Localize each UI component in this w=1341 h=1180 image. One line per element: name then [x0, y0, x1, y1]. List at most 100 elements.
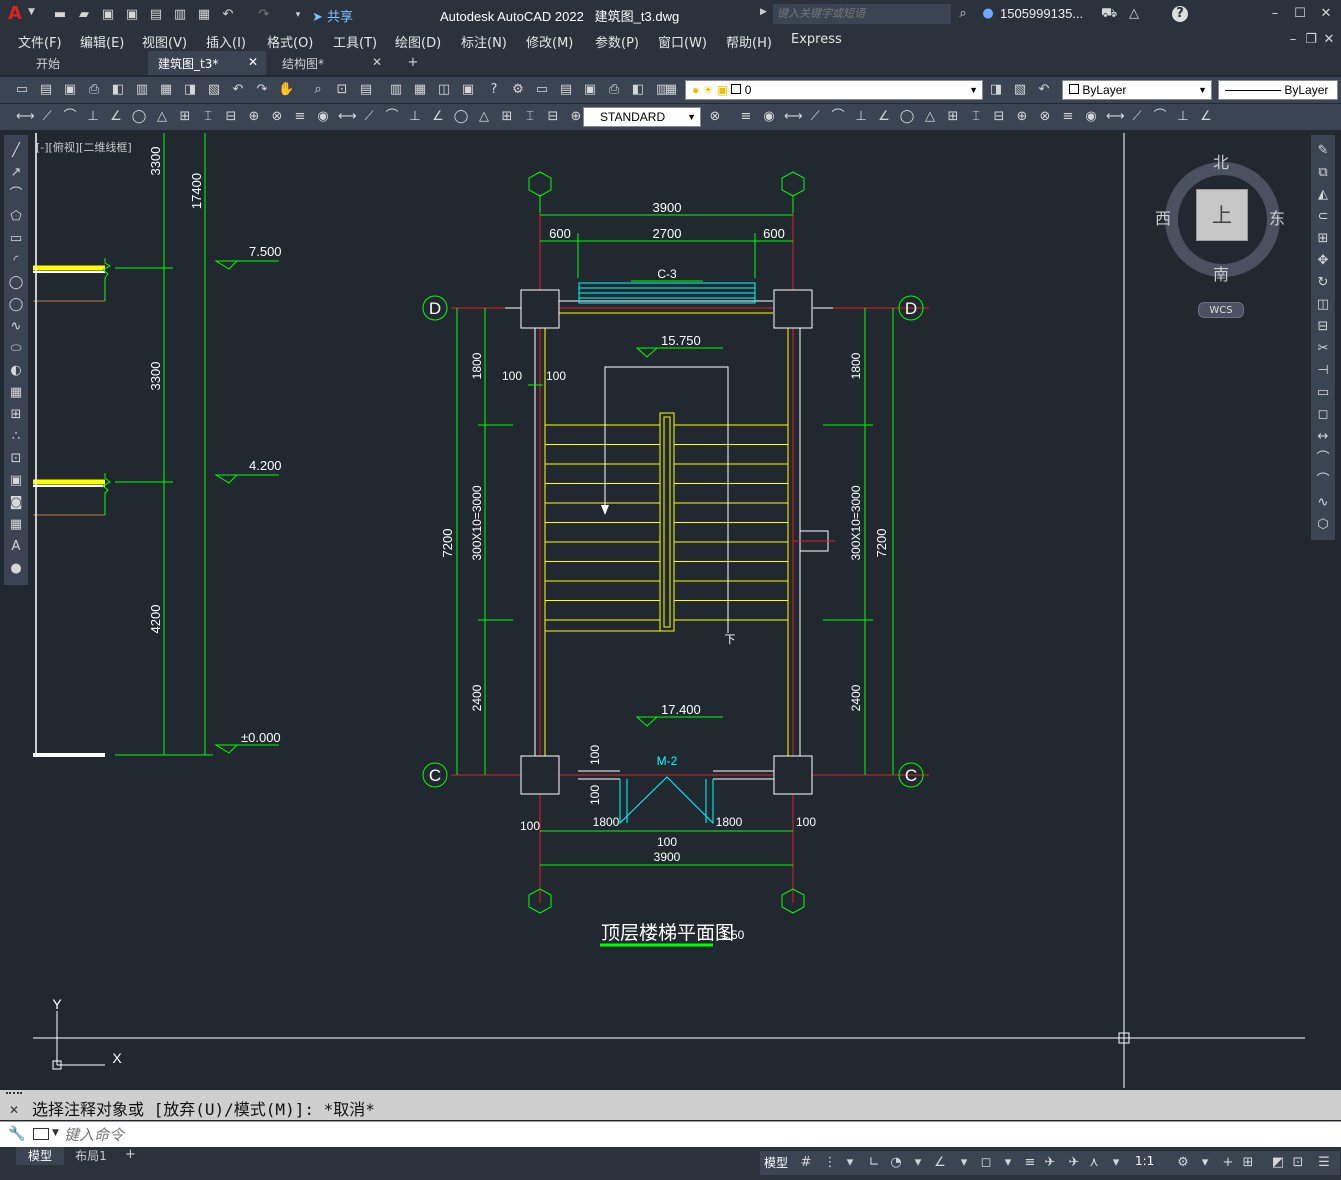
share-button[interactable]: ➤ 共享	[312, 6, 353, 25]
dimension-tool-icon[interactable]: ≡	[738, 109, 754, 125]
toolbar-tool-icon[interactable]: ▤	[558, 82, 574, 98]
dimension-tool-icon[interactable]: ⌒	[62, 109, 78, 125]
draw-tool-icon[interactable]: ◯	[8, 297, 24, 313]
status-toggle-icon[interactable]: ▾	[956, 1155, 972, 1171]
redo-icon[interactable]: ↷	[256, 7, 272, 23]
autocad-logo-icon[interactable]: A	[8, 4, 26, 24]
status-toggle-icon[interactable]: ▾	[842, 1155, 858, 1171]
draw-tool-icon[interactable]: ▭	[8, 231, 24, 247]
dimension-tool-icon[interactable]: ⌒	[384, 109, 400, 125]
dimension-tool-icon[interactable]: ⊕	[568, 109, 584, 125]
modify-tool-icon[interactable]: ◫	[1315, 297, 1331, 313]
status-toggle-icon[interactable]: ▾	[910, 1155, 926, 1171]
toolbar-tool-icon[interactable]: ▣	[460, 82, 476, 98]
menu-express[interactable]: Express	[791, 32, 842, 47]
status-toggle-icon[interactable]: ⊡	[1290, 1155, 1306, 1171]
toolbar-tool-icon[interactable]: ◨	[182, 82, 198, 98]
dimension-tool-icon[interactable]: ⌒	[830, 109, 846, 125]
dimension-tool-icon[interactable]: ⊞	[177, 109, 193, 125]
customize-qat-icon[interactable]: ▾	[290, 7, 306, 23]
dimension-tool-icon[interactable]: ⌶	[200, 109, 216, 125]
new-tab-icon[interactable]: +	[405, 55, 421, 71]
toolbar-tool-icon[interactable]: ▤	[38, 82, 54, 98]
tab-close-icon[interactable]: ✕	[372, 55, 382, 69]
tab-close-icon[interactable]: ✕	[248, 55, 258, 69]
toolbar-tool-icon[interactable]: ◨	[988, 82, 1004, 98]
a360-icon[interactable]: △	[1126, 6, 1142, 22]
search-input[interactable]	[773, 4, 951, 24]
color-dropdown[interactable]: ByLayer ▼	[1062, 80, 1212, 100]
modify-tool-icon[interactable]: ⌒	[1315, 473, 1331, 489]
dimension-tool-icon[interactable]: ⊟	[545, 109, 561, 125]
menu-parametric[interactable]: 参数(P)	[595, 32, 639, 51]
dimension-tool-icon[interactable]: ⌒	[1152, 109, 1168, 125]
draw-tool-icon[interactable]: ▦	[8, 517, 24, 533]
annotation-scale[interactable]: 1:1	[1135, 1154, 1154, 1168]
open-icon[interactable]: ▰	[76, 7, 92, 23]
status-toggle-icon[interactable]: ⚙	[1175, 1155, 1191, 1171]
viewcube[interactable]: 北 南 东 西 上 WCS	[1155, 153, 1285, 318]
toolbar-tool-icon[interactable]: ▣	[62, 82, 78, 98]
dimension-tool-icon[interactable]: ⊕	[1014, 109, 1030, 125]
dimension-tool-icon[interactable]: ⊟	[223, 109, 239, 125]
status-toggle-icon[interactable]: ◔	[888, 1155, 904, 1171]
dimension-tool-icon[interactable]: ⊟	[991, 109, 1007, 125]
toolbar-tool-icon[interactable]: ▭	[534, 82, 550, 98]
toolbar-tool-icon[interactable]: ↷	[254, 82, 270, 98]
status-toggle-icon[interactable]: ▾	[1000, 1155, 1016, 1171]
dimension-tool-icon[interactable]: ∠	[1198, 109, 1214, 125]
add-layout-icon[interactable]: +	[125, 1147, 136, 1162]
wcs-menu[interactable]: WCS	[1198, 302, 1244, 318]
dimension-tool-icon[interactable]: ⊞	[945, 109, 961, 125]
layer-lock-icon[interactable]: ▣	[717, 83, 728, 97]
tab-start[interactable]: 开始	[0, 51, 148, 75]
dimension-tool-icon[interactable]: △	[154, 109, 170, 125]
modify-tool-icon[interactable]: ✂	[1315, 341, 1331, 357]
new-icon[interactable]: ▬	[52, 7, 68, 23]
dimension-tool-icon[interactable]: ⟷	[1106, 109, 1125, 125]
draw-tool-icon[interactable]: ⊞	[8, 407, 24, 423]
search-icon[interactable]: ⌕	[955, 6, 971, 22]
toolbar-tool-icon[interactable]: ▧	[1012, 82, 1028, 98]
search-expand-icon[interactable]: ▶	[760, 7, 767, 17]
toolbar-tool-icon[interactable]: ↶	[230, 82, 246, 98]
modify-tool-icon[interactable]: ◭	[1315, 187, 1331, 203]
viewcube-face-top[interactable]: 上	[1196, 189, 1248, 241]
dimension-tool-icon[interactable]: ∠	[108, 109, 124, 125]
modify-tool-icon[interactable]: ▭	[1315, 385, 1331, 401]
dimension-tool-icon[interactable]: ⌶	[522, 109, 538, 125]
publish-icon[interactable]: ▤	[148, 7, 164, 23]
compass-north[interactable]: 北	[1213, 149, 1229, 173]
status-toggle-icon[interactable]: ☰	[1316, 1155, 1332, 1171]
toolbar-tool-icon[interactable]: ✋	[278, 82, 294, 98]
menu-draw[interactable]: 绘图(D)	[395, 32, 441, 51]
dimension-tool-icon[interactable]: ◯	[131, 109, 147, 125]
menu-edit[interactable]: 编辑(E)	[80, 32, 124, 51]
toolbar-tool-icon[interactable]: ▤	[358, 82, 374, 98]
draw-tool-icon[interactable]: ◜	[8, 253, 24, 269]
dimension-tool-icon[interactable]: ◯	[453, 109, 469, 125]
toolbar-tool-icon[interactable]: ▧	[206, 82, 222, 98]
draw-tool-icon[interactable]: ⊡	[8, 451, 24, 467]
modify-tool-icon[interactable]: ↻	[1315, 275, 1331, 291]
dimension-tool-icon[interactable]: △	[476, 109, 492, 125]
toolbar-tool-icon[interactable]: ⚙	[510, 82, 526, 98]
cart-icon[interactable]: ⛟	[1101, 6, 1117, 22]
dimension-tool-icon[interactable]: ≡	[1060, 109, 1076, 125]
draw-tool-icon[interactable]: ⬠	[8, 209, 24, 225]
status-toggle-icon[interactable]: ⋮	[822, 1155, 838, 1171]
status-toggle-icon[interactable]: #	[798, 1155, 814, 1171]
maximize-icon[interactable]: ☐	[1292, 6, 1308, 22]
draw-tool-icon[interactable]: ⌒	[8, 187, 24, 203]
menu-format[interactable]: 格式(O)	[267, 32, 313, 51]
menu-tools[interactable]: 工具(T)	[333, 32, 377, 51]
dimension-tool-icon[interactable]: ⟷	[338, 109, 357, 125]
user-name[interactable]: 1505999135...	[1000, 6, 1083, 21]
layer-dropdown[interactable]: ● ☀ ▣ 0 ▼	[685, 80, 983, 100]
toolbar-tool-icon[interactable]: ▥	[134, 82, 150, 98]
dimension-tool-icon[interactable]: ◉	[761, 109, 777, 125]
draw-tool-icon[interactable]: ↗	[8, 165, 24, 181]
doc-minimize-icon[interactable]: –	[1285, 32, 1301, 48]
dimension-tool-icon[interactable]: ⊗	[1037, 109, 1053, 125]
tab-structure[interactable]: 结构图* ✕	[270, 51, 390, 75]
